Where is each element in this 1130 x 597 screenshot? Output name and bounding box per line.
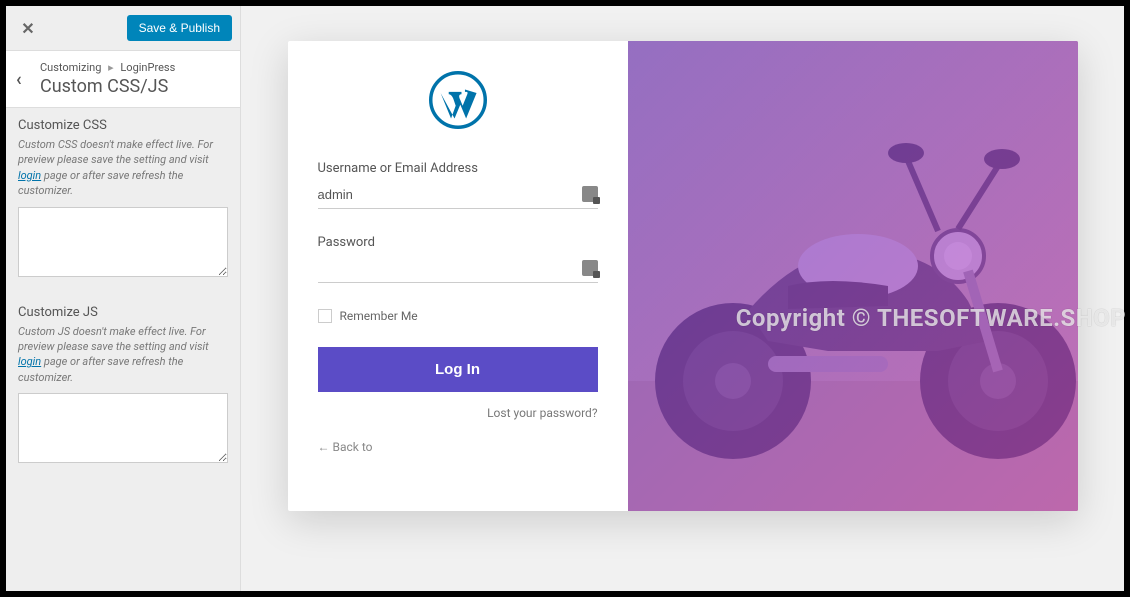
autofill-icon[interactable] — [582, 260, 598, 276]
custom-js-textarea[interactable] — [18, 393, 228, 463]
back-icon[interactable]: ‹ — [16, 69, 40, 90]
js-login-link[interactable]: login — [18, 355, 41, 368]
customize-css-section: Customize CSS Custom CSS doesn't make ef… — [6, 108, 240, 295]
panel-title: Custom CSS/JS — [40, 76, 230, 97]
password-row — [318, 254, 598, 283]
login-card: Username or Email Address Password Remem… — [288, 41, 1078, 511]
custom-css-textarea[interactable] — [18, 207, 228, 277]
password-input[interactable] — [318, 261, 582, 276]
css-label: Customize CSS — [18, 118, 228, 133]
username-input[interactable] — [318, 187, 582, 202]
lost-password-link[interactable]: Lost your password? — [318, 406, 598, 420]
remember-label: Remember Me — [340, 309, 418, 323]
username-label: Username or Email Address — [318, 161, 598, 176]
remember-row: Remember Me — [318, 309, 598, 323]
panel-header: ‹ Customizing ▸ LoginPress Custom CSS/JS — [6, 51, 240, 108]
autofill-icon[interactable] — [582, 186, 598, 202]
password-label: Password — [318, 235, 598, 250]
sidebar-topbar: ✕ Save & Publish — [6, 6, 240, 51]
remember-checkbox[interactable] — [318, 309, 332, 323]
css-login-link[interactable]: login — [18, 169, 41, 182]
wordpress-logo-icon — [429, 71, 487, 133]
back-to-link[interactable]: ← Back to — [318, 440, 598, 454]
breadcrumb: Customizing ▸ LoginPress — [40, 61, 230, 74]
save-publish-button[interactable]: Save & Publish — [127, 15, 232, 41]
close-icon[interactable]: ✕ — [14, 14, 42, 42]
customizer-sidebar: ✕ Save & Publish ‹ Customizing ▸ LoginPr… — [6, 6, 241, 591]
js-description: Custom JS doesn't make effect live. For … — [18, 324, 228, 386]
js-label: Customize JS — [18, 305, 228, 320]
username-row — [318, 180, 598, 209]
login-button[interactable]: Log In — [318, 347, 598, 392]
customize-js-section: Customize JS Custom JS doesn't make effe… — [6, 295, 240, 482]
preview-pane: Username or Email Address Password Remem… — [241, 6, 1124, 591]
login-hero-image — [628, 41, 1078, 511]
css-description: Custom CSS doesn't make effect live. For… — [18, 137, 228, 199]
login-form: Username or Email Address Password Remem… — [288, 41, 628, 511]
